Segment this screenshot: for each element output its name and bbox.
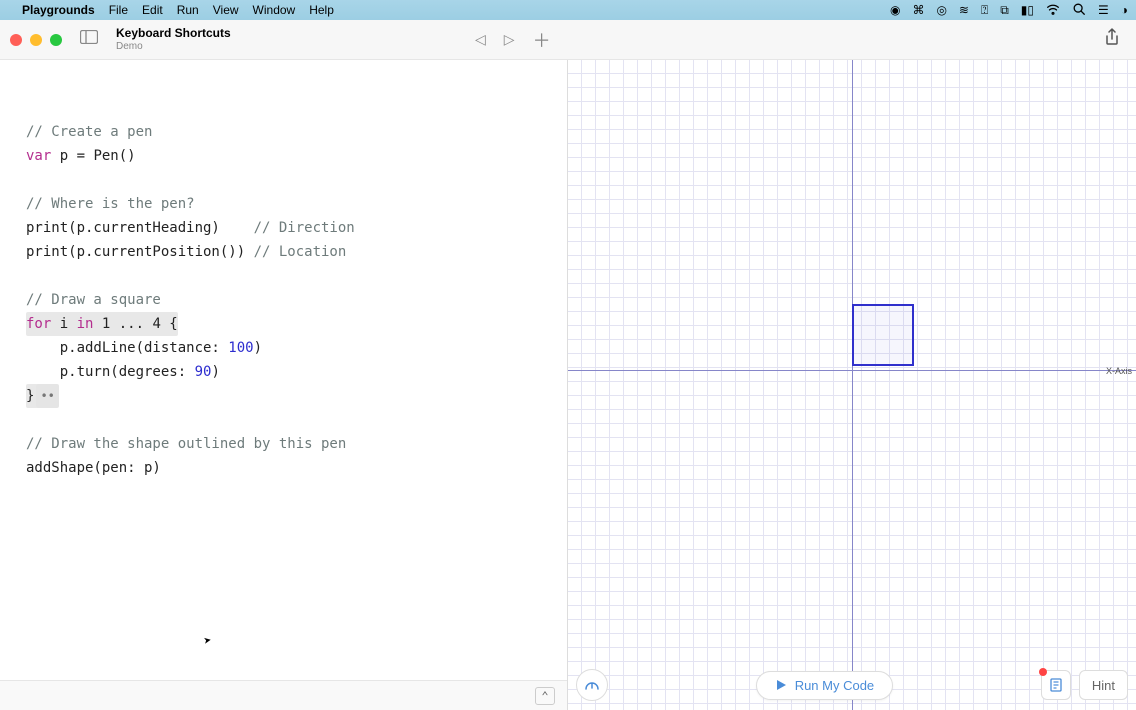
code-comment: // Draw a square [26, 292, 161, 308]
menu-file[interactable]: File [109, 3, 128, 17]
minimize-button[interactable] [30, 34, 42, 46]
fold-indicator[interactable]: •• [36, 384, 58, 408]
menu-app[interactable]: Playgrounds [22, 3, 95, 17]
expand-results-icon[interactable]: ⌃ [535, 687, 555, 705]
status-icon-4[interactable]: ≋ [959, 3, 969, 17]
code-comment: // Where is the pen? [26, 196, 195, 212]
code-number: 90 [195, 364, 212, 380]
window-subtitle: Demo [116, 41, 231, 52]
mouse-cursor-icon: ➤ [202, 630, 214, 655]
window-title: Keyboard Shortcuts [116, 27, 231, 40]
title-block: Keyboard Shortcuts Demo [116, 27, 231, 51]
nav-back-icon[interactable]: ◁ [475, 31, 486, 48]
y-axis-line [852, 60, 853, 710]
status-icon-5[interactable]: ⍰ [981, 3, 988, 18]
code-text: i [51, 316, 76, 332]
code-comment: // Create a pen [26, 124, 152, 140]
siri-icon[interactable]: ◑ [1121, 3, 1128, 17]
code-comment: // Draw the shape outlined by this pen [26, 436, 346, 452]
code-keyword: for [26, 316, 51, 332]
notification-dot-icon [1039, 668, 1047, 676]
run-code-label: Run My Code [795, 678, 874, 693]
code-text: ) [211, 364, 219, 380]
code-editor[interactable]: // Create a pen var p = Pen() // Where i… [0, 60, 568, 710]
live-view: X-Axis Run My Code Hint [568, 60, 1136, 710]
run-code-button[interactable]: Run My Code [756, 671, 893, 700]
code-comment: // Direction [254, 220, 355, 236]
maximize-button[interactable] [50, 34, 62, 46]
status-icon-1[interactable]: ◉ [890, 3, 900, 17]
code-text: print(p.currentHeading) [26, 220, 254, 236]
wifi-icon[interactable] [1046, 2, 1060, 19]
traffic-lights [10, 34, 62, 46]
close-button[interactable] [10, 34, 22, 46]
menu-view[interactable]: View [213, 3, 239, 17]
status-icon-6[interactable]: ⧉ [1000, 3, 1009, 18]
code-text: 1 ... 4 { [93, 316, 177, 332]
window-titlebar: Keyboard Shortcuts Demo ◁ ▷ ＋ [0, 20, 1136, 60]
x-axis-label: X-Axis [1106, 366, 1132, 376]
code-text: p.addLine(distance: [26, 340, 228, 356]
code-text: ) [254, 340, 262, 356]
code-text: } [26, 388, 34, 404]
speed-button[interactable] [576, 669, 608, 701]
right-controls-group: Hint [1041, 670, 1128, 700]
code-keyword: var [26, 148, 51, 164]
hint-button[interactable]: Hint [1079, 670, 1128, 700]
code-text: addShape(pen: p) [26, 460, 161, 476]
play-icon [775, 679, 787, 691]
menubar-left: Playgrounds File Edit Run View Window He… [8, 3, 334, 17]
code-text: p = Pen() [51, 148, 135, 164]
hint-label: Hint [1092, 678, 1115, 693]
drawn-square-shape [852, 304, 914, 366]
menu-help[interactable]: Help [309, 3, 334, 17]
spotlight-icon[interactable] [1072, 2, 1086, 19]
share-icon[interactable] [1104, 28, 1120, 51]
battery-icon[interactable]: ▮▯ [1021, 3, 1034, 17]
control-center-icon[interactable]: ☰ [1098, 3, 1109, 17]
code-number: 100 [228, 340, 253, 356]
menu-edit[interactable]: Edit [142, 3, 163, 17]
nav-add-icon[interactable]: ＋ [533, 27, 551, 53]
code-text: p.turn(degrees: [26, 364, 195, 380]
notes-button[interactable] [1041, 670, 1071, 700]
code-text: print(p.currentPosition()) [26, 244, 254, 260]
sidebar-toggle-icon[interactable] [74, 28, 104, 51]
macos-menubar: Playgrounds File Edit Run View Window He… [0, 0, 1136, 20]
menubar-right: ◉ ⌘ ◎ ≋ ⍰ ⧉ ▮▯ ☰ ◑ [890, 2, 1128, 19]
menu-run[interactable]: Run [177, 3, 199, 17]
code-comment: // Location [254, 244, 347, 260]
nav-buttons: ◁ ▷ ＋ [475, 27, 551, 53]
main-split: // Create a pen var p = Pen() // Where i… [0, 60, 1136, 710]
status-icon-2[interactable]: ⌘ [912, 3, 924, 17]
status-icon-3[interactable]: ◎ [936, 3, 946, 17]
editor-bottom-toolbar: ⌃ [0, 680, 567, 710]
nav-forward-icon[interactable]: ▷ [504, 31, 515, 48]
menu-window[interactable]: Window [253, 3, 296, 17]
notes-icon [1048, 677, 1064, 693]
code-keyword: in [77, 316, 94, 332]
playground-window: Keyboard Shortcuts Demo ◁ ▷ ＋ // Create … [0, 20, 1136, 710]
